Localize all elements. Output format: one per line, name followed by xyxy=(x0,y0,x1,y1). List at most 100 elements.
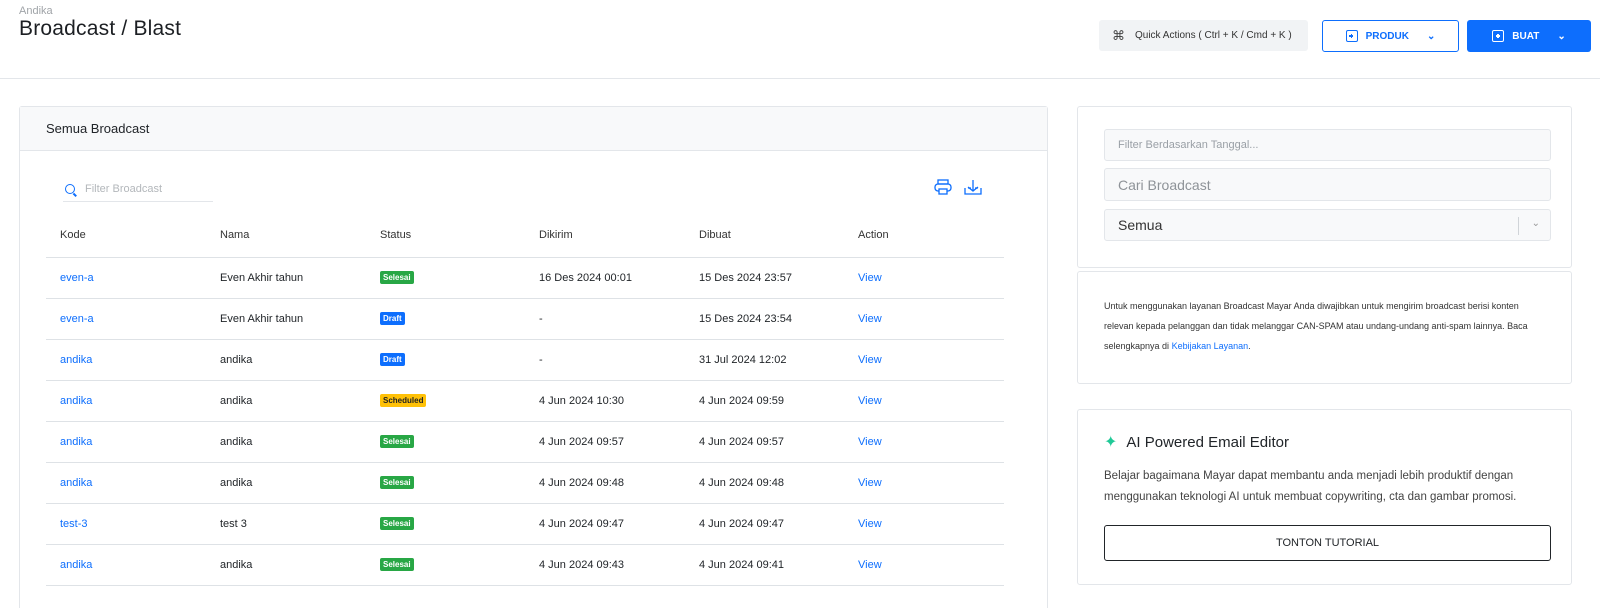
status-badge: Draft xyxy=(380,312,405,325)
status-select-value: Semua xyxy=(1118,217,1163,233)
watch-tutorial-button[interactable]: TONTON TUTORIAL xyxy=(1104,525,1551,561)
cell-nama: andika xyxy=(206,339,366,381)
buat-label: BUAT xyxy=(1512,30,1540,42)
card-header: Semua Broadcast xyxy=(20,107,1047,151)
broadcast-filter-search xyxy=(63,177,213,202)
cell-dikirim: - xyxy=(525,298,685,340)
policy-info-card: Untuk menggunakan layanan Broadcast Maya… xyxy=(1077,271,1572,384)
broadcast-table: Kode Nama Status Dikirim Dibuat Action e… xyxy=(46,213,1004,586)
kode-link[interactable]: andika xyxy=(60,354,92,366)
column-header-status[interactable]: Status xyxy=(366,213,525,258)
cell-dikirim: 4 Jun 2024 09:43 xyxy=(525,544,685,586)
column-header-nama[interactable]: Nama xyxy=(206,213,366,258)
view-link[interactable]: View xyxy=(858,559,882,571)
view-link[interactable]: View xyxy=(858,354,882,366)
store-name: Andika xyxy=(19,5,53,17)
cell-dibuat: 4 Jun 2024 09:59 xyxy=(685,380,844,422)
cell-status: Scheduled xyxy=(366,380,525,422)
column-header-action: Action xyxy=(844,213,1004,258)
cell-dibuat: 15 Des 2024 23:54 xyxy=(685,298,844,340)
cell-nama: Even Akhir tahun xyxy=(206,298,366,340)
cell-dibuat: 31 Jul 2024 12:02 xyxy=(685,339,844,381)
kode-link[interactable]: even-a xyxy=(60,272,94,284)
status-badge: Selesai xyxy=(380,476,414,489)
cell-nama: Even Akhir tahun xyxy=(206,257,366,299)
download-icon[interactable] xyxy=(964,179,982,195)
date-filter-input[interactable]: Filter Berdasarkan Tanggal... xyxy=(1104,129,1551,161)
column-header-kode[interactable]: Kode xyxy=(46,213,206,258)
column-header-dikirim[interactable]: Dikirim xyxy=(525,213,685,258)
cell-dibuat: 4 Jun 2024 09:47 xyxy=(685,503,844,545)
filter-broadcast-input[interactable] xyxy=(85,183,205,195)
table-row: even-a Even Akhir tahun Draft -15 Des 2024 … xyxy=(46,298,1004,340)
kode-link[interactable]: andika xyxy=(60,436,92,448)
column-header-dibuat[interactable]: Dibuat xyxy=(685,213,844,258)
cell-kode: andika xyxy=(46,421,206,463)
cell-status: Selesai xyxy=(366,544,525,586)
search-broadcast-placeholder: Cari Broadcast xyxy=(1118,176,1211,193)
quick-actions-button[interactable]: ⌘ Quick Actions ( Ctrl + K / Cmd + K ) xyxy=(1099,20,1308,51)
top-header: Andika Broadcast / Blast ⌘ Quick Actions… xyxy=(0,0,1600,79)
produk-button[interactable]: PRODUK ⌄ xyxy=(1322,20,1459,52)
policy-link[interactable]: Kebijakan Layanan xyxy=(1172,341,1249,351)
search-broadcast-input[interactable]: Cari Broadcast xyxy=(1104,168,1551,201)
cell-kode: test-3 xyxy=(46,503,206,545)
cell-dikirim: 16 Des 2024 00:01 xyxy=(525,257,685,299)
view-link[interactable]: View xyxy=(858,477,882,489)
kode-link[interactable]: andika xyxy=(60,395,92,407)
ai-description: Belajar bagaimana Mayar dapat membantu a… xyxy=(1104,470,1517,503)
cell-nama: test 3 xyxy=(206,503,366,545)
cell-nama: andika xyxy=(206,421,366,463)
ai-card-title: ✦ AI Powered Email Editor xyxy=(1104,432,1289,452)
cell-dikirim: 4 Jun 2024 09:57 xyxy=(525,421,685,463)
cell-nama: andika xyxy=(206,544,366,586)
cell-action: View xyxy=(844,544,1004,586)
view-link[interactable]: View xyxy=(858,395,882,407)
policy-text: Untuk menggunakan layanan Broadcast Maya… xyxy=(1104,301,1528,351)
cell-kode: andika xyxy=(46,339,206,381)
cell-nama: andika xyxy=(206,462,366,504)
cell-dikirim: 4 Jun 2024 09:48 xyxy=(525,462,685,504)
table-row: andika andika Selesai 4 Jun 2024 09:43 4 Jun… xyxy=(46,544,1004,586)
cell-action: View xyxy=(844,462,1004,504)
status-select[interactable]: Semua ⌄ xyxy=(1104,209,1551,241)
status-badge: Scheduled xyxy=(380,394,427,407)
status-badge: Draft xyxy=(380,353,405,366)
cell-nama: andika xyxy=(206,380,366,422)
cell-dibuat: 4 Jun 2024 09:57 xyxy=(685,421,844,463)
print-icon[interactable] xyxy=(934,179,952,195)
view-link[interactable]: View xyxy=(858,436,882,448)
cell-dibuat: 4 Jun 2024 09:41 xyxy=(685,544,844,586)
quick-actions-label: Quick Actions ( Ctrl + K / Cmd + K ) xyxy=(1135,30,1292,41)
produk-label: PRODUK xyxy=(1365,30,1409,42)
table-header-row: Kode Nama Status Dikirim Dibuat Action xyxy=(46,213,1004,258)
table-row: test-3 test 3 Selesai 4 Jun 2024 09:47 4 Jun… xyxy=(46,503,1004,545)
cell-status: Draft xyxy=(366,298,525,340)
search-icon xyxy=(65,184,75,194)
kode-link[interactable]: test-3 xyxy=(60,518,88,530)
card-title: Semua Broadcast xyxy=(46,121,150,136)
cell-action: View xyxy=(844,339,1004,381)
status-badge: Selesai xyxy=(380,517,414,530)
chevron-down-icon: ⌄ xyxy=(1531,218,1540,229)
view-link[interactable]: View xyxy=(858,518,882,530)
cell-status: Selesai xyxy=(366,503,525,545)
table-row: andika andika Selesai 4 Jun 2024 09:48 4 Jun… xyxy=(46,462,1004,504)
view-link[interactable]: View xyxy=(858,313,882,325)
command-icon: ⌘ xyxy=(1112,27,1125,43)
kode-link[interactable]: even-a xyxy=(60,313,94,325)
cell-action: View xyxy=(844,257,1004,299)
view-link[interactable]: View xyxy=(858,272,882,284)
cell-action: View xyxy=(844,421,1004,463)
cell-kode: andika xyxy=(46,380,206,422)
add-square-icon xyxy=(1345,30,1358,42)
cell-kode: even-a xyxy=(46,298,206,340)
kode-link[interactable]: andika xyxy=(60,477,92,489)
kode-link[interactable]: andika xyxy=(60,559,92,571)
cell-status: Selesai xyxy=(366,421,525,463)
ai-editor-card: ✦ AI Powered Email Editor Belajar bagaim… xyxy=(1077,409,1572,585)
cell-status: Selesai xyxy=(366,462,525,504)
table-row: andika andika Draft -31 Jul 2024 12:02 View xyxy=(46,339,1004,381)
status-badge: Selesai xyxy=(380,271,414,284)
buat-button[interactable]: BUAT ⌄ xyxy=(1467,20,1591,52)
